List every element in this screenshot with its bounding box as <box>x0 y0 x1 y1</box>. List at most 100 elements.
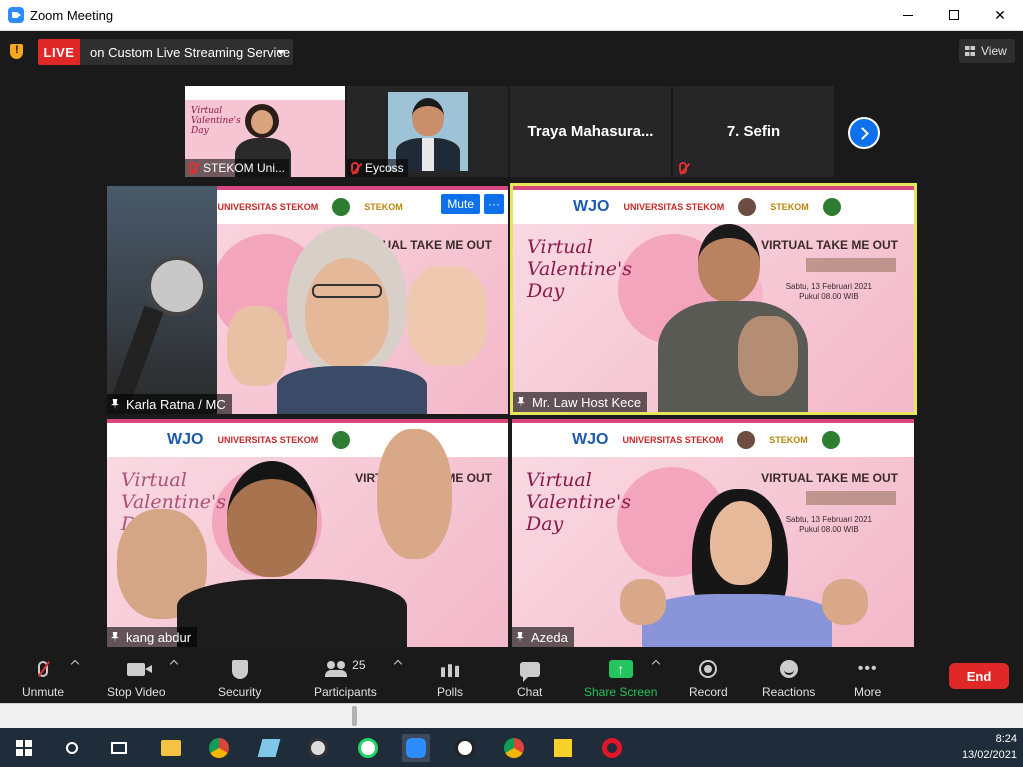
participant-name: Karla Ratna / MC <box>107 394 232 414</box>
video-tile-abdur[interactable]: WJO UNIVERSITAS STEKOM Virtual Valentine… <box>107 419 508 647</box>
stekom-logo: STEKOM <box>364 202 403 212</box>
participants-icon <box>325 661 348 677</box>
mic-muted-icon <box>189 162 197 174</box>
more-options-button[interactable]: ··· <box>484 194 504 214</box>
task-view-icon[interactable] <box>107 736 131 760</box>
live-badge[interactable]: LIVE <box>38 39 80 65</box>
raised-hand <box>377 429 452 559</box>
mic-muted-icon <box>38 661 49 677</box>
minimize-button[interactable] <box>885 0 931 31</box>
unmute-label: Unmute <box>22 685 65 699</box>
reactions-button[interactable]: Reactions <box>762 657 815 699</box>
unmute-button[interactable]: Unmute <box>22 657 64 699</box>
subtitle-band <box>806 258 896 272</box>
emblem-icon <box>822 198 841 216</box>
video-tile-azeda[interactable]: WJO UNIVERSITAS STEKOM STEKOM Virtual Va… <box>512 419 914 647</box>
sticky-notes-icon[interactable] <box>551 736 575 760</box>
security-label: Security <box>218 685 262 699</box>
more-label: More <box>854 685 882 699</box>
stekom-univ-logo: UNIVERSITAS STEKOM <box>622 435 724 445</box>
wjo-logo: WJO <box>167 431 204 448</box>
glasses-icon <box>312 284 382 298</box>
participant-name-text: kang abdur <box>126 629 192 645</box>
polls-button[interactable]: Polls <box>437 657 463 699</box>
mute-participant-button[interactable]: Mute <box>441 194 480 214</box>
take-me-out-text: VIRTUAL TAKE ME OUT <box>761 238 898 252</box>
audio-options-caret-icon[interactable] <box>70 659 80 669</box>
scrollbar-handle[interactable] <box>352 706 357 726</box>
face <box>698 224 760 302</box>
notes-app-icon[interactable] <box>257 736 281 760</box>
view-button[interactable]: View <box>959 39 1015 63</box>
system-clock[interactable]: 8:24 13/02/2021 <box>962 731 1017 763</box>
face <box>710 501 772 585</box>
security-shield-icon[interactable] <box>10 44 23 59</box>
take-me-out-text: VIRTUAL TAKE ME OUT <box>761 471 898 485</box>
stekom-univ-logo: UNIVERSITAS STEKOM <box>217 202 319 212</box>
face <box>305 258 389 368</box>
participants-label: Participants <box>314 685 377 699</box>
stekom-univ-logo: UNIVERSITAS STEKOM <box>217 435 319 445</box>
thumb-slide-title: Virtual Valentine's Day <box>191 106 241 136</box>
event-time: Pukul 08.00 WIB <box>799 525 859 534</box>
stop-video-button[interactable]: Stop Video <box>107 657 166 699</box>
reactions-label: Reactions <box>762 685 816 699</box>
pin-icon <box>516 631 524 643</box>
meeting-topbar: LIVE on Custom Live Streaming Service Vi… <box>0 31 1023 73</box>
event-date: Sabtu, 13 Februari 2021 <box>785 515 872 524</box>
obs-icon[interactable] <box>306 736 330 760</box>
raised-hand <box>227 306 287 386</box>
opera-icon[interactable] <box>600 736 624 760</box>
slide-header: WJO UNIVERSITAS STEKOM <box>107 419 508 457</box>
thumbnail-sefin[interactable]: 7. Sefin <box>673 86 834 177</box>
video-tile-karla[interactable]: WJO UNIVERSITAS STEKOM STEKOM VIRTUAL TA… <box>107 186 508 414</box>
record-button[interactable]: Record <box>689 657 728 699</box>
live-stream-dropdown[interactable]: on Custom Live Streaming Service <box>80 39 293 65</box>
participants-options-caret-icon[interactable] <box>393 659 403 669</box>
maximize-icon <box>949 10 959 20</box>
maximize-button[interactable] <box>931 0 977 31</box>
thumbnail-stekom[interactable]: Virtual Valentine's Day STEKOM Uni... <box>185 86 345 177</box>
video-options-caret-icon[interactable] <box>169 659 179 669</box>
participant-name-text: Azeda <box>531 629 568 645</box>
grid-icon <box>965 46 975 56</box>
end-meeting-button[interactable]: End <box>949 663 1009 689</box>
security-button[interactable]: Security <box>218 657 261 699</box>
window-title: Zoom Meeting <box>30 7 114 23</box>
chrome-icon[interactable] <box>207 736 231 760</box>
smile-icon <box>779 660 798 678</box>
participants-button[interactable]: 25 Participants <box>314 657 377 699</box>
next-page-button[interactable] <box>848 117 880 149</box>
stekom-univ-logo: UNIVERSITAS STEKOM <box>623 202 725 212</box>
thumbnail-eycoss[interactable]: Eycoss <box>347 86 508 177</box>
hand <box>738 316 798 396</box>
wjo-logo: WJO <box>573 198 610 215</box>
shirt <box>177 579 407 647</box>
valentine-title: Virtual Valentine's Day <box>527 236 633 302</box>
shield-icon <box>231 659 248 679</box>
windows-start-icon[interactable] <box>12 736 36 760</box>
zoom-taskbar-icon[interactable] <box>402 734 430 762</box>
mic-muted-icon <box>351 162 359 174</box>
more-button[interactable]: ••• More <box>854 657 882 700</box>
mic-muted-icon <box>679 162 687 174</box>
pin-icon <box>111 631 119 643</box>
thumb-person-face <box>251 110 273 134</box>
participants-count: 25 <box>352 658 366 672</box>
video-tile-host[interactable]: WJO UNIVERSITAS STEKOM STEKOM Virtual Va… <box>510 183 917 415</box>
close-button[interactable]: ✕ <box>977 0 1023 31</box>
chat-button[interactable]: Chat <box>517 657 542 699</box>
thumb-photo-head <box>412 98 444 136</box>
thumb-photo-shirt <box>422 138 434 171</box>
pen-tool-icon[interactable] <box>453 736 477 760</box>
caret-down-icon <box>277 50 285 55</box>
file-explorer-icon[interactable] <box>159 736 183 760</box>
share-screen-button[interactable]: ↑ Share Screen <box>584 657 657 699</box>
whatsapp-icon[interactable] <box>356 736 380 760</box>
subtitle-band <box>806 491 896 505</box>
search-icon[interactable] <box>60 736 84 760</box>
participant-name-text: Karla Ratna / MC <box>126 396 226 412</box>
thumbnail-traya[interactable]: Traya Mahasura... <box>510 86 671 177</box>
chrome-icon-2[interactable] <box>502 736 526 760</box>
slide-header: WJO UNIVERSITAS STEKOM STEKOM <box>513 186 914 224</box>
